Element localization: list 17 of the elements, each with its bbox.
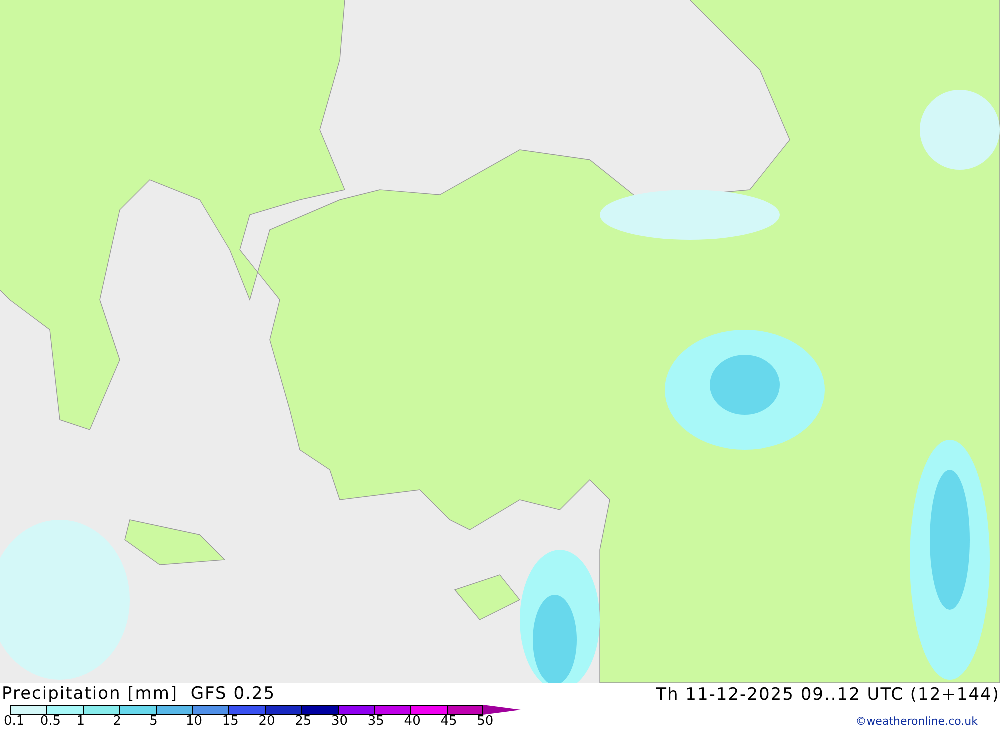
legend-label: 5 [150,715,158,729]
credit-link[interactable]: ©weatheronline.co.uk [856,715,978,728]
map-title: Precipitation [mm] GFS 0.25 [2,683,277,705]
legend-label: 40 [404,715,421,729]
legend-label: 2 [113,715,122,729]
valid-time: Th 11-12-2025 09..12 UTC (12+144) [656,684,1000,707]
legend-label: 25 [295,715,312,729]
legend-label: 30 [332,715,348,729]
legend-label: 15 [222,715,239,729]
legend-label: 0.5 [40,715,62,729]
legend-label: 50 [477,715,494,729]
legend-label: 35 [368,715,384,729]
legend-label: 45 [440,715,458,729]
legend-label: 20 [258,715,276,729]
legend-label: 1 [76,715,86,729]
legend-label: 10 [186,715,202,729]
legend-label: 0.1 [4,715,25,729]
